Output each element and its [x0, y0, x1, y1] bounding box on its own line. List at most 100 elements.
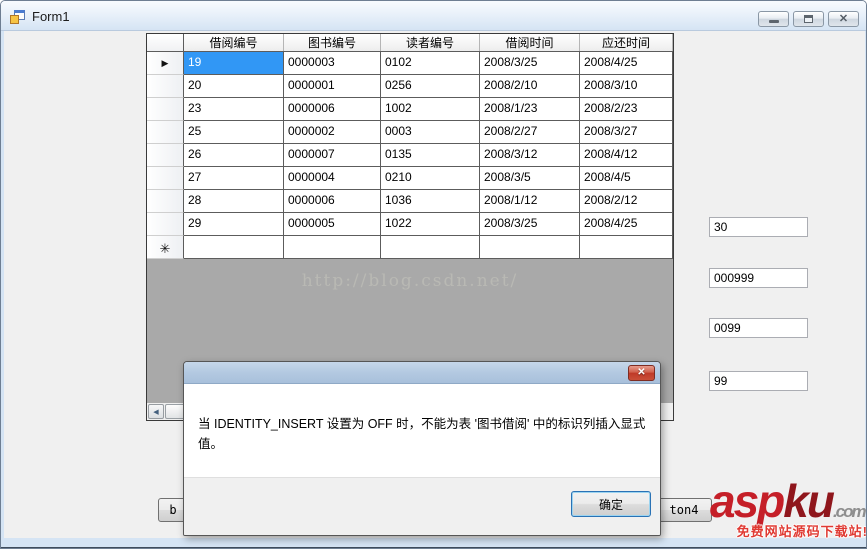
grid-cell[interactable]: 27 — [184, 167, 284, 190]
window-border-left — [1, 31, 4, 538]
grid-row-header[interactable] — [147, 98, 184, 121]
grid-column-header[interactable]: 读者编号 — [381, 34, 480, 51]
grid-cell[interactable] — [580, 236, 673, 259]
grid-column-header[interactable]: 应还时间 — [580, 34, 673, 51]
grid-cell[interactable]: 0000006 — [284, 190, 381, 213]
grid-cell[interactable]: 0135 — [381, 144, 480, 167]
grid-cell[interactable]: 2008/2/10 — [480, 75, 580, 98]
grid-header-row: 借阅编号 图书编号 读者编号 借阅时间 应还时间 — [147, 34, 673, 52]
grid-column-header[interactable]: 图书编号 — [284, 34, 381, 51]
new-row-marker-icon: ✳ — [159, 241, 171, 256]
grid-row: 29 0000005 1022 2008/3/25 2008/4/25 — [147, 213, 673, 236]
grid-cell[interactable]: 2008/2/23 — [580, 98, 673, 121]
grid-cell[interactable] — [381, 236, 480, 259]
aspku-watermark: aspku.com 免费网站源码下载站! — [704, 475, 867, 544]
minimize-icon — [768, 20, 779, 23]
textbox-reader-id[interactable] — [709, 318, 808, 338]
grid-new-row: ✳ — [147, 236, 673, 259]
grid-cell[interactable]: 0000004 — [284, 167, 381, 190]
grid-cell[interactable]: 2008/4/12 — [580, 144, 673, 167]
grid-cell[interactable]: 28 — [184, 190, 284, 213]
grid-row: ▶ 19 0000003 0102 2008/3/25 2008/4/25 — [147, 52, 673, 75]
aspku-logo: aspku.com — [710, 475, 866, 527]
grid-corner-cell[interactable] — [147, 34, 184, 51]
form-icon — [10, 9, 26, 25]
grid-row-header[interactable]: ✳ — [147, 236, 184, 259]
grid-cell[interactable]: 0210 — [381, 167, 480, 190]
grid-row-header[interactable] — [147, 75, 184, 98]
grid-cell[interactable]: 2008/4/25 — [580, 213, 673, 236]
grid-cell[interactable]: 2008/3/5 — [480, 167, 580, 190]
csdn-watermark: http://blog.csdn.net/ — [301, 271, 519, 291]
textbox-extra[interactable] — [709, 371, 808, 391]
grid-row-header[interactable] — [147, 190, 184, 213]
grid-cell[interactable]: 2008/1/12 — [480, 190, 580, 213]
grid-rows: ▶ 19 0000003 0102 2008/3/25 2008/4/25 20 000000… — [147, 52, 673, 259]
grid-cell[interactable]: 0000003 — [284, 52, 381, 75]
grid-cell[interactable]: 2008/1/23 — [480, 98, 580, 121]
textbox-book-id[interactable] — [709, 268, 808, 288]
grid-row-header[interactable] — [147, 213, 184, 236]
grid-cell[interactable] — [184, 236, 284, 259]
grid-column-header[interactable]: 借阅时间 — [480, 34, 580, 51]
grid-cell[interactable]: 23 — [184, 98, 284, 121]
dialog-message: 当 IDENTITY_INSERT 设置为 OFF 时，不能为表 '图书借阅' … — [198, 417, 646, 451]
grid-row: 23 0000006 1002 2008/1/23 2008/2/23 — [147, 98, 673, 121]
grid-cell[interactable]: 2008/4/25 — [580, 52, 673, 75]
grid-row-header[interactable] — [147, 144, 184, 167]
grid-cell[interactable]: 0256 — [381, 75, 480, 98]
dialog-title-bar[interactable]: ✕ — [184, 362, 660, 384]
maximize-icon — [804, 15, 813, 23]
dialog-body: 当 IDENTITY_INSERT 设置为 OFF 时，不能为表 '图书借阅' … — [184, 384, 660, 479]
minimize-button[interactable] — [758, 11, 789, 27]
grid-cell[interactable]: 2008/3/27 — [580, 121, 673, 144]
grid-column-header[interactable]: 借阅编号 — [184, 34, 284, 51]
grid-row-header[interactable]: ▶ — [147, 52, 184, 75]
current-row-marker-icon: ▶ — [161, 57, 169, 68]
grid-cell[interactable] — [284, 236, 381, 259]
grid-row: 27 0000004 0210 2008/3/5 2008/4/5 — [147, 167, 673, 190]
grid-cell[interactable]: 1002 — [381, 98, 480, 121]
grid-cell[interactable]: 2008/2/27 — [480, 121, 580, 144]
grid-cell[interactable]: 2008/3/25 — [480, 52, 580, 75]
error-dialog: ✕ 当 IDENTITY_INSERT 设置为 OFF 时，不能为表 '图书借阅… — [183, 361, 661, 536]
grid-cell[interactable]: 26 — [184, 144, 284, 167]
grid-cell[interactable]: 0102 — [381, 52, 480, 75]
grid-cell[interactable]: 20 — [184, 75, 284, 98]
grid-cell[interactable]: 2008/2/12 — [580, 190, 673, 213]
window-title: Form1 — [32, 9, 70, 24]
grid-cell[interactable]: 2008/3/12 — [480, 144, 580, 167]
close-button[interactable]: ✕ — [828, 11, 859, 27]
grid-row: 26 0000007 0135 2008/3/12 2008/4/12 — [147, 144, 673, 167]
grid-row: 25 0000002 0003 2008/2/27 2008/3/27 — [147, 121, 673, 144]
grid-cell[interactable]: 0003 — [381, 121, 480, 144]
grid-cell[interactable]: 1022 — [381, 213, 480, 236]
grid-cell[interactable]: 0000002 — [284, 121, 381, 144]
grid-cell[interactable] — [480, 236, 580, 259]
form-window: Form1 ✕ 借阅编号 图书编号 读者编号 借阅时间 应还时间 ▶ 19 0000003 0… — [0, 0, 867, 549]
grid-row-header[interactable] — [147, 121, 184, 144]
maximize-button[interactable] — [793, 11, 824, 27]
grid-row: 20 0000001 0256 2008/2/10 2008/3/10 — [147, 75, 673, 98]
grid-cell[interactable]: 0000005 — [284, 213, 381, 236]
textbox-borrow-id[interactable] — [709, 217, 808, 237]
dialog-footer: 确定 — [184, 477, 660, 535]
scroll-left-arrow-icon[interactable]: ◀ — [148, 404, 164, 419]
grid-row-header[interactable] — [147, 167, 184, 190]
grid-cell[interactable]: 19 — [184, 52, 284, 75]
grid-cell[interactable]: 0000007 — [284, 144, 381, 167]
grid-row: 28 0000006 1036 2008/1/12 2008/2/12 — [147, 190, 673, 213]
grid-cell[interactable]: 0000006 — [284, 98, 381, 121]
close-icon: ✕ — [838, 12, 849, 25]
grid-cell[interactable]: 1036 — [381, 190, 480, 213]
ok-button[interactable]: 确定 — [571, 491, 651, 517]
grid-cell[interactable]: 2008/4/5 — [580, 167, 673, 190]
grid-cell[interactable]: 25 — [184, 121, 284, 144]
grid-cell[interactable]: 2008/3/10 — [580, 75, 673, 98]
grid-cell[interactable]: 0000001 — [284, 75, 381, 98]
aspku-tagline: 免费网站源码下载站! — [736, 524, 867, 539]
dialog-close-button[interactable]: ✕ — [628, 365, 655, 381]
grid-cell[interactable]: 29 — [184, 213, 284, 236]
title-bar[interactable]: Form1 ✕ — [1, 1, 866, 31]
grid-cell[interactable]: 2008/3/25 — [480, 213, 580, 236]
